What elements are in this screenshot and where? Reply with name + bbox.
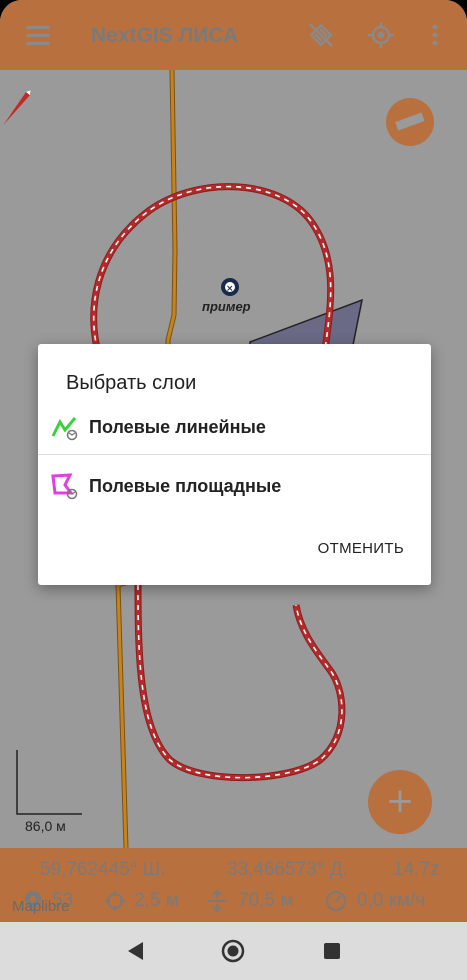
cancel-button[interactable]: ОТМЕНИТЬ bbox=[318, 540, 404, 557]
back-icon[interactable] bbox=[124, 939, 148, 963]
layer-item-polygons[interactable]: Полевые площадные bbox=[38, 457, 431, 515]
dialog-divider bbox=[38, 454, 431, 455]
layer-item-label: Полевые линейные bbox=[89, 417, 266, 437]
home-icon[interactable] bbox=[221, 939, 245, 963]
line-layer-icon bbox=[51, 417, 78, 441]
select-layers-dialog: Выбрать слои Полевые линейные Полевые пл… bbox=[38, 344, 431, 585]
dialog-title: Выбрать слои bbox=[66, 372, 197, 394]
recents-icon[interactable] bbox=[320, 939, 344, 963]
system-nav-bar bbox=[0, 922, 467, 980]
layer-item-lines[interactable]: Полевые линейные bbox=[38, 398, 431, 456]
polygon-layer-icon bbox=[51, 473, 78, 500]
screen: NextGIS ЛИСА × пример 86,0 м + 59,762445… bbox=[0, 0, 467, 980]
layer-item-label: Полевые площадные bbox=[89, 476, 282, 496]
